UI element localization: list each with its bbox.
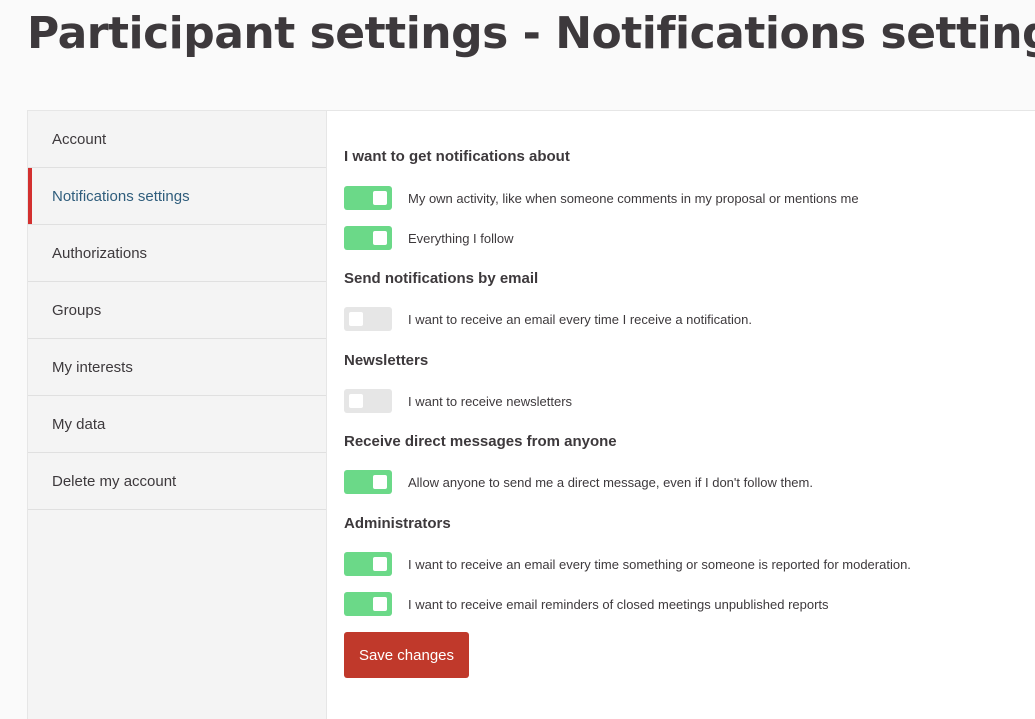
toggle-label: Everything I follow <box>408 230 514 246</box>
section-title-administrators: Administrators <box>344 515 451 532</box>
sidebar-item-delete-my-account[interactable]: Delete my account <box>28 453 326 510</box>
toggle-label: Allow anyone to send me a direct message… <box>408 474 813 490</box>
sidebar-item-account[interactable]: Account <box>28 111 326 168</box>
toggle-knob <box>373 557 387 571</box>
sidebar-item-label: Account <box>52 130 107 148</box>
toggle-meeting-reminders[interactable] <box>344 592 392 616</box>
sidebar-item-my-interests[interactable]: My interests <box>28 339 326 396</box>
toggle-label: I want to receive an email every time so… <box>408 556 911 572</box>
toggle-label: I want to receive an email every time I … <box>408 311 752 327</box>
page-title: Participant settings - Notifications set… <box>27 8 1035 59</box>
settings-panel: Account Notifications settings Authoriza… <box>27 110 1035 719</box>
section-title-newsletters: Newsletters <box>344 352 429 369</box>
toggle-row-direct-messages: Allow anyone to send me a direct message… <box>344 470 813 494</box>
toggle-row-moderation-reports: I want to receive an email every time so… <box>344 552 911 576</box>
sidebar-item-authorizations[interactable]: Authorizations <box>28 225 326 282</box>
toggle-knob <box>373 191 387 205</box>
toggle-row-email-notifications: I want to receive an email every time I … <box>344 307 752 331</box>
sidebar-item-label: Delete my account <box>52 472 177 490</box>
toggle-knob <box>373 597 387 611</box>
toggle-email-notifications[interactable] <box>344 307 392 331</box>
sidebar-item-groups[interactable]: Groups <box>28 282 326 339</box>
sidebar-item-label: Authorizations <box>52 244 148 262</box>
sidebar-item-label: Notifications settings <box>52 187 190 205</box>
toggle-moderation-reports[interactable] <box>344 552 392 576</box>
toggle-knob <box>373 475 387 489</box>
toggle-knob <box>349 312 363 326</box>
toggle-row-meeting-reminders: I want to receive email reminders of clo… <box>344 592 829 616</box>
settings-sidebar: Account Notifications settings Authoriza… <box>28 111 327 719</box>
sidebar-item-notifications-settings[interactable]: Notifications settings <box>28 168 326 225</box>
section-title-email: Send notifications by email <box>344 270 539 287</box>
toggle-label: My own activity, like when someone comme… <box>408 190 859 206</box>
toggle-knob <box>349 394 363 408</box>
toggle-row-newsletters: I want to receive newsletters <box>344 389 572 413</box>
save-changes-button[interactable]: Save changes <box>344 632 469 678</box>
sidebar-item-my-data[interactable]: My data <box>28 396 326 453</box>
toggle-knob <box>373 231 387 245</box>
sidebar-item-label: Groups <box>52 301 102 319</box>
toggle-row-own-activity: My own activity, like when someone comme… <box>344 186 859 210</box>
toggle-label: I want to receive newsletters <box>408 393 573 409</box>
toggle-newsletters[interactable] <box>344 389 392 413</box>
toggle-row-everything-i-follow: Everything I follow <box>344 226 514 250</box>
sidebar-item-label: My interests <box>52 358 133 376</box>
toggle-direct-messages[interactable] <box>344 470 392 494</box>
section-title-notifications-about: I want to get notifications about <box>344 148 570 165</box>
sidebar-item-label: My data <box>52 415 106 433</box>
section-title-direct-messages: Receive direct messages from anyone <box>344 433 617 450</box>
toggle-label: I want to receive email reminders of clo… <box>408 596 829 612</box>
toggle-everything-i-follow[interactable] <box>344 226 392 250</box>
toggle-own-activity[interactable] <box>344 186 392 210</box>
